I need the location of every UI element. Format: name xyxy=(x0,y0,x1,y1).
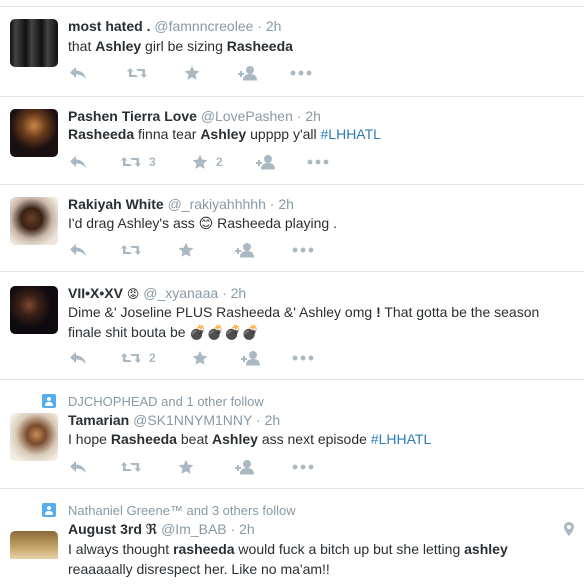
avatar[interactable] xyxy=(10,413,58,461)
more-icon[interactable] xyxy=(290,70,312,76)
tweet-actions xyxy=(68,241,314,259)
tweet-text: that Ashley girl be sizing Rasheeda xyxy=(68,38,293,54)
favorite-icon xyxy=(192,154,208,170)
avatar[interactable] xyxy=(10,109,58,157)
username[interactable]: @LovePashen xyxy=(201,108,293,124)
timestamp[interactable]: 2h xyxy=(305,108,321,124)
tweet[interactable]: Pashen Tierra Love @LovePashen · 2h Rash… xyxy=(0,96,584,184)
tweet-header: August 3rd ℜ @Im_BAB · 2h xyxy=(68,520,255,538)
social-context: Nathaniel Greene™ and 3 others follow xyxy=(42,502,296,518)
avatar[interactable] xyxy=(10,531,58,559)
tweet-header: Pashen Tierra Love @LovePashen · 2h xyxy=(68,107,321,125)
separator: · xyxy=(230,521,236,537)
tweet-actions xyxy=(68,458,314,476)
retweet-icon[interactable] xyxy=(120,459,178,475)
separator: · xyxy=(256,412,261,428)
tweet-header: most hated . @famnncreolee · 2h xyxy=(68,17,281,35)
more-icon[interactable] xyxy=(292,355,314,361)
social-context-text[interactable]: DJCHOPHEAD and 1 other follow xyxy=(68,394,264,409)
hashtag-link[interactable]: #LHHATL xyxy=(371,431,431,447)
display-name[interactable]: August 3rd xyxy=(68,521,142,537)
username[interactable]: @Im_BAB xyxy=(161,521,227,537)
name-badge: ℜ xyxy=(145,521,158,537)
more-icon[interactable] xyxy=(292,464,314,470)
separator: · xyxy=(269,196,275,212)
tweet-header: Tamarian @SK1NNYM1NNY · 2h xyxy=(68,411,280,429)
tweet-text: I'd drag Ashley's ass 😊 Rasheeda playing… xyxy=(68,215,338,231)
retweet-count: 2 xyxy=(149,351,156,365)
avatar[interactable] xyxy=(10,197,58,245)
retweet-button[interactable]: 2 xyxy=(120,350,192,366)
follow-icon[interactable] xyxy=(255,154,307,170)
username[interactable]: @famnncreolee xyxy=(154,18,253,34)
display-name[interactable]: Pashen Tierra Love xyxy=(68,108,197,124)
more-icon[interactable] xyxy=(292,247,314,253)
tweet[interactable]: VII•X•XV 😡 @_xyanaaa · 2h Dime &' Joseli… xyxy=(0,271,584,379)
smile-emoji: 😊 xyxy=(198,215,214,231)
tweet-header: VII•X•XV 😡 @_xyanaaa · 2h xyxy=(68,284,246,302)
retweet-icon[interactable] xyxy=(126,65,184,81)
favorite-button[interactable]: 2 xyxy=(192,154,255,170)
favorite-icon[interactable] xyxy=(178,459,234,475)
timestamp[interactable]: 2h xyxy=(266,18,282,34)
reply-icon[interactable] xyxy=(68,242,120,258)
tweet[interactable]: Rakiyah White @_rakiyahhhhh · 2h I'd dra… xyxy=(0,184,584,271)
follow-icon[interactable] xyxy=(234,242,292,258)
location-icon[interactable] xyxy=(564,522,574,539)
more-icon[interactable] xyxy=(307,159,329,165)
display-name[interactable]: Tamarian xyxy=(68,412,129,428)
favorite-count: 2 xyxy=(216,155,223,169)
social-context: DJCHOPHEAD and 1 other follow xyxy=(42,393,264,409)
tweet-actions: 2 xyxy=(68,349,314,367)
tweet-actions: 3 2 xyxy=(68,153,329,171)
social-context-text[interactable]: Nathaniel Greene™ and 3 others follow xyxy=(68,503,296,518)
username[interactable]: @_rakiyahhhhh xyxy=(168,196,266,212)
tweet[interactable]: Nathaniel Greene™ and 3 others follow Au… xyxy=(0,488,584,588)
follow-icon[interactable] xyxy=(234,459,292,475)
tweet-header: Rakiyah White @_rakiyahhhhh · 2h xyxy=(68,195,294,213)
timestamp[interactable]: 2h xyxy=(278,196,294,212)
tweet-text: Dime &' Joseline PLUS Rasheeda &' Ashley… xyxy=(68,304,540,340)
follow-icon[interactable] xyxy=(240,350,292,366)
follow-badge-icon xyxy=(42,503,56,517)
favorite-icon[interactable] xyxy=(192,350,240,366)
reply-icon[interactable] xyxy=(68,350,120,366)
retweet-icon xyxy=(120,350,142,366)
hashtag-link[interactable]: #LHHATL xyxy=(321,126,381,142)
tweet[interactable]: DJCHOPHEAD and 1 other follow Tamarian @… xyxy=(0,379,584,488)
timestamp[interactable]: 2h xyxy=(231,285,247,301)
separator: · xyxy=(222,285,227,301)
name-emoji-badge: 😡 xyxy=(126,287,140,301)
retweet-icon xyxy=(120,154,142,170)
avatar[interactable] xyxy=(10,19,58,67)
tweet[interactable]: most hated . @famnncreolee · 2h that Ash… xyxy=(0,6,584,96)
timestamp[interactable]: 2h xyxy=(265,412,281,428)
username[interactable]: @SK1NNYM1NNY xyxy=(133,412,252,428)
retweet-count: 3 xyxy=(149,155,156,169)
reply-icon[interactable] xyxy=(68,65,126,81)
reply-icon[interactable] xyxy=(68,459,120,475)
tweet-text: I always thought rasheeda would fuck a b… xyxy=(68,541,508,577)
display-name[interactable]: most hated . xyxy=(68,18,150,34)
reply-icon[interactable] xyxy=(68,154,120,170)
username[interactable]: @_xyanaaa xyxy=(143,285,218,301)
follow-icon[interactable] xyxy=(237,65,290,81)
retweet-button[interactable]: 3 xyxy=(120,154,192,170)
timestamp[interactable]: 2h xyxy=(239,521,255,537)
display-name[interactable]: VII•X•XV xyxy=(68,285,123,301)
bomb-emoji: 💣💣💣💣 xyxy=(189,324,260,340)
tweet-text: I hope Rasheeda beat Ashley ass next epi… xyxy=(68,431,432,447)
favorite-icon[interactable] xyxy=(184,65,237,81)
display-name[interactable]: Rakiyah White xyxy=(68,196,164,212)
tweet-text: Rasheeda finna tear Ashley upppp y'all #… xyxy=(68,126,381,142)
favorite-icon[interactable] xyxy=(178,242,234,258)
separator: · xyxy=(257,18,262,34)
tweet-actions xyxy=(68,64,312,82)
avatar[interactable] xyxy=(10,286,58,334)
follow-badge-icon xyxy=(42,394,56,408)
separator: · xyxy=(296,108,302,124)
retweet-icon[interactable] xyxy=(120,242,178,258)
